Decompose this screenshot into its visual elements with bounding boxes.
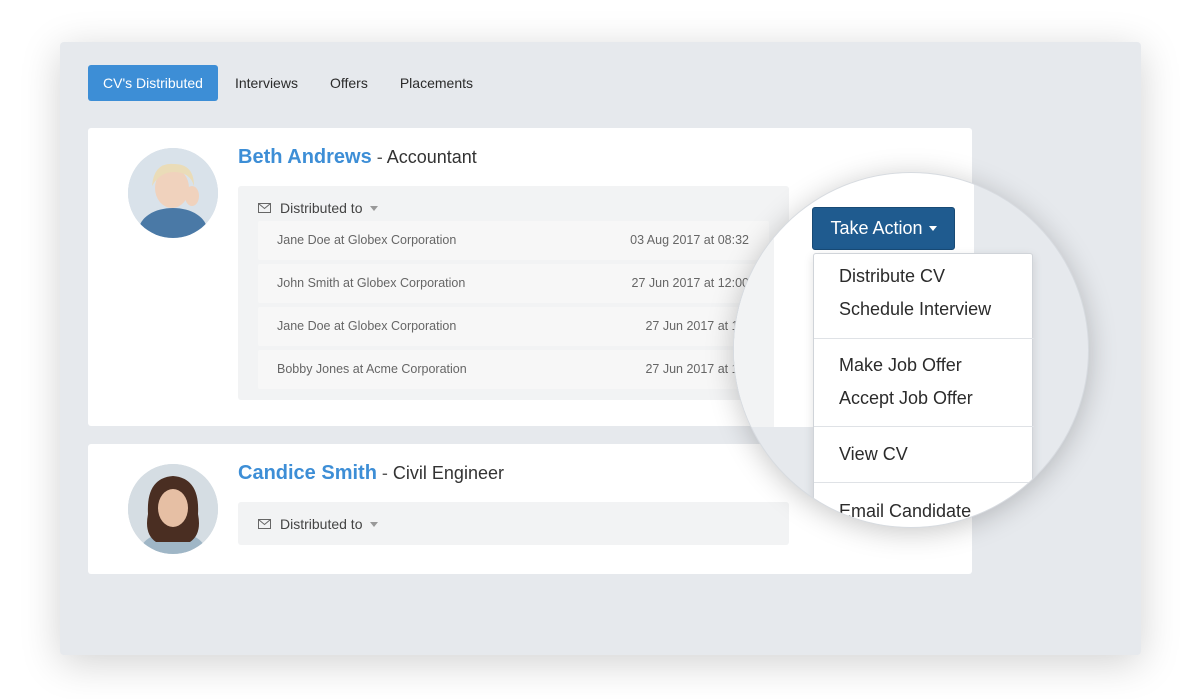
menu-item-email-candidate[interactable]: Email Candidate (839, 501, 971, 522)
menu-divider (814, 426, 1034, 427)
avatar[interactable] (128, 464, 218, 554)
tab-bar: CV's Distributed Interviews Offers Place… (88, 65, 490, 101)
tab-offers[interactable]: Offers (315, 65, 383, 101)
magnifier-callout: Take Action Distribute CV Schedule Inter… (733, 172, 1089, 528)
tab-interviews[interactable]: Interviews (220, 65, 313, 101)
caret-down-icon (928, 226, 937, 231)
avatar[interactable] (128, 148, 218, 238)
caret-down-icon (370, 205, 379, 211)
action-dropdown-menu: Distribute CV Schedule Interview Make Jo… (813, 253, 1034, 527)
menu-divider (814, 338, 1034, 339)
magnified-distribution-edge (734, 187, 774, 427)
distribution-box: Distributed to Jane Doe at Globex Corpor… (238, 186, 789, 400)
distributed-to-label: Distributed to (280, 516, 363, 532)
menu-item-accept-job-offer[interactable]: Accept Job Offer (839, 388, 973, 409)
menu-divider (814, 482, 1034, 483)
candidate-role: Accountant (386, 147, 477, 167)
take-action-label: Take Action (830, 218, 923, 238)
mail-icon (258, 203, 271, 213)
candidate-name[interactable]: Candice Smith (238, 462, 377, 484)
tab-placements[interactable]: Placements (385, 65, 488, 101)
menu-item-view-cv[interactable]: View CV (839, 444, 908, 465)
list-item: Bobby Jones at Acme Corporation 27 Jun 2… (258, 350, 769, 389)
title-separator: - (371, 147, 387, 167)
distribution-timestamp: 03 Aug 2017 at 08:32 (630, 233, 749, 247)
distribution-timestamp: 27 Jun 2017 at 12:00 (631, 276, 749, 290)
distributed-to-label: Distributed to (280, 200, 363, 216)
take-action-button[interactable]: Take Action (812, 207, 955, 250)
menu-item-make-job-offer[interactable]: Make Job Offer (839, 355, 962, 376)
candidate-name[interactable]: Beth Andrews (238, 146, 372, 168)
distribution-recipient: Jane Doe at Globex Corporation (277, 233, 457, 247)
list-item: John Smith at Globex Corporation 27 Jun … (258, 264, 769, 303)
distribution-recipient: Bobby Jones at Acme Corporation (277, 362, 467, 376)
caret-down-icon (370, 521, 379, 527)
list-item: Jane Doe at Globex Corporation 03 Aug 20… (258, 221, 769, 260)
menu-item-distribute-cv[interactable]: Distribute CV (839, 266, 945, 287)
list-item: Jane Doe at Globex Corporation 27 Jun 20… (258, 307, 769, 346)
distribution-recipient: Jane Doe at Globex Corporation (277, 319, 457, 333)
distributed-to-toggle[interactable]: Distributed to (258, 198, 379, 218)
tab-cvs-distributed[interactable]: CV's Distributed (88, 65, 218, 101)
candidate-title: Candice Smith - Civil Engineer (238, 462, 504, 485)
distribution-recipient: John Smith at Globex Corporation (277, 276, 466, 290)
distribution-box: Distributed to (238, 502, 789, 545)
candidate-title: Beth Andrews - Accountant (238, 146, 477, 169)
candidate-role: Civil Engineer (392, 463, 504, 483)
menu-item-schedule-interview[interactable]: Schedule Interview (839, 299, 991, 320)
title-separator: - (376, 463, 393, 483)
distributed-to-toggle[interactable]: Distributed to (258, 514, 379, 534)
distribution-list: Jane Doe at Globex Corporation 03 Aug 20… (258, 221, 769, 393)
mail-icon (258, 519, 271, 529)
